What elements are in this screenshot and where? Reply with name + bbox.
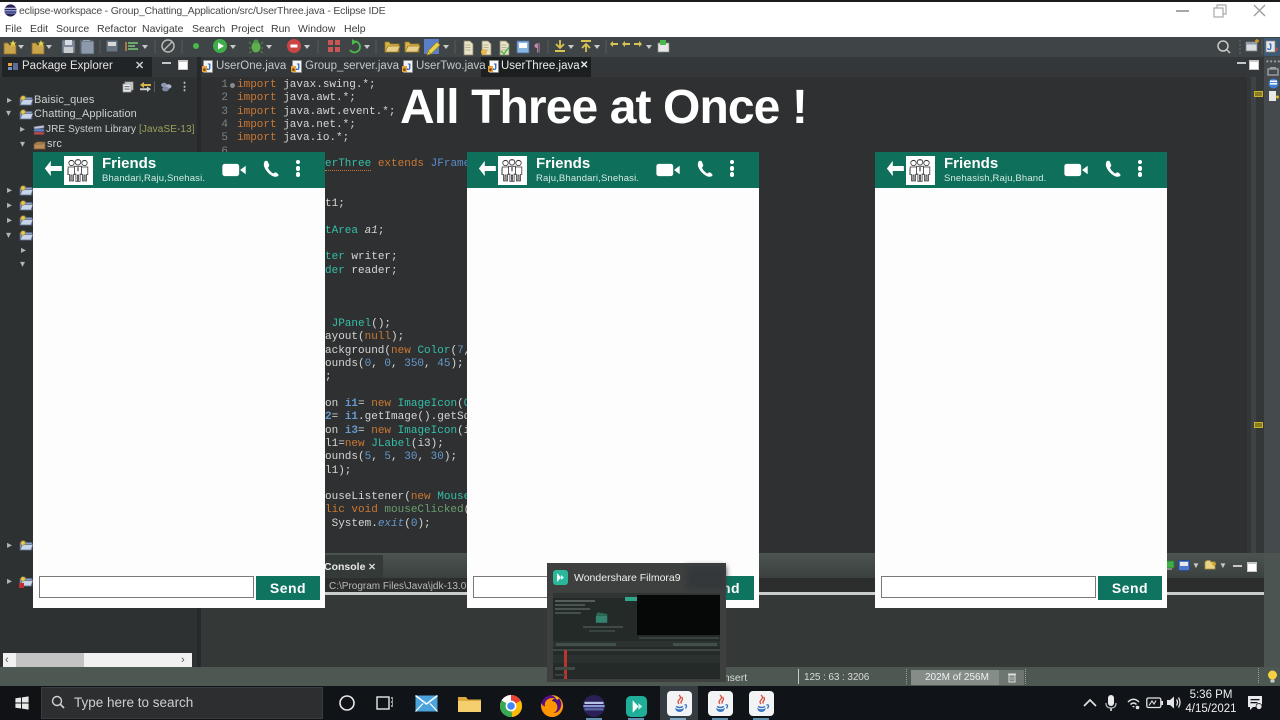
svg-text:¶: ¶ (534, 40, 540, 54)
svg-text:●: ● (489, 67, 493, 74)
svg-text:●: ● (203, 67, 207, 74)
svg-text:J: J (1267, 42, 1272, 52)
svg-text:●: ● (292, 67, 296, 74)
svg-text:●: ● (403, 67, 407, 74)
